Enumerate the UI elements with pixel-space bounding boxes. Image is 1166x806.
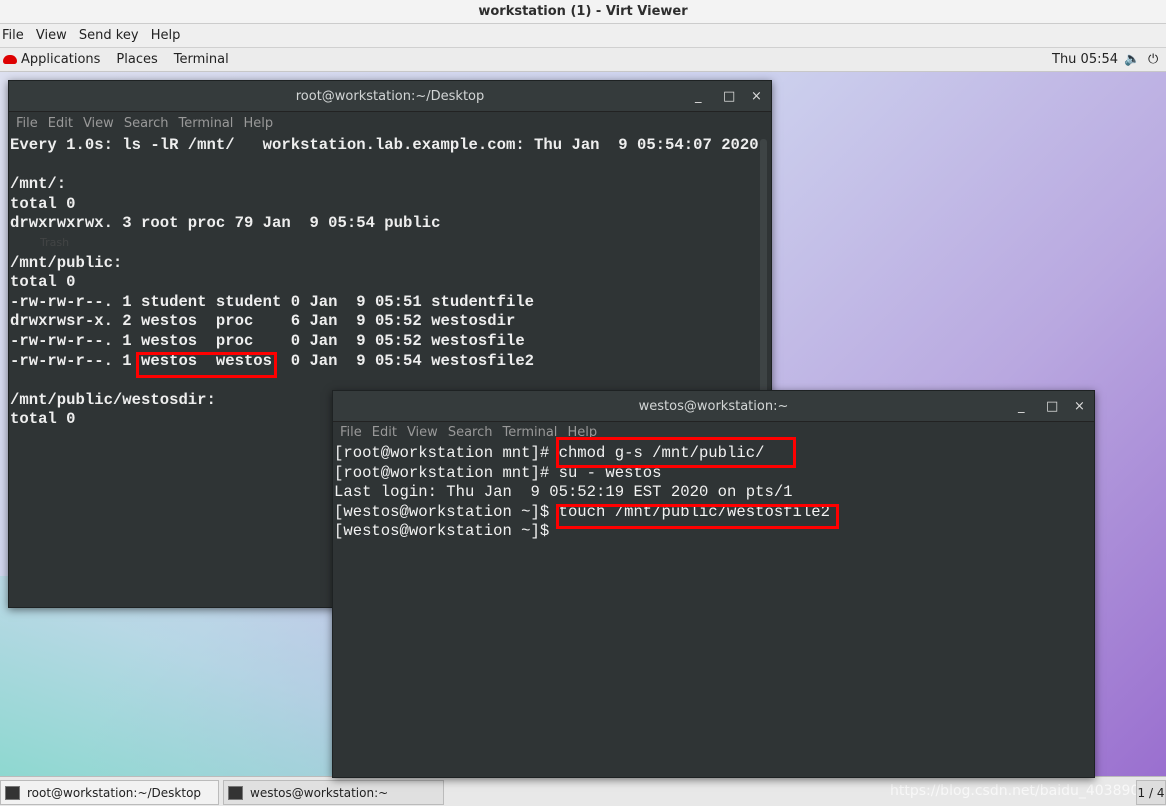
menu-view[interactable]: View [407,425,438,440]
menu-view[interactable]: View [83,116,114,131]
terminal-title: westos@workstation:~ [638,399,789,414]
redhat-logo-icon [3,55,17,64]
menu-file[interactable]: File [2,28,24,43]
applications-menu[interactable]: Applications [21,52,100,67]
terminal-icon [5,786,20,800]
task-westos-terminal[interactable]: westos@workstation:~ [223,780,444,805]
highlight-box-owner-group [136,352,277,378]
menu-file[interactable]: File [340,425,362,440]
terminal-menubar: File Edit View Search Terminal Help [9,112,771,136]
menu-search[interactable]: Search [448,425,493,440]
terminal-line: total 0 [10,194,76,213]
menu-terminal[interactable]: Terminal [502,425,557,440]
menu-edit[interactable]: Edit [48,116,73,131]
terminal-line: Every 1.0s: ls -lR /mnt/ workstation.lab… [10,136,759,154]
highlight-box-touch [556,504,839,529]
clock[interactable]: Thu 05:54 [1052,48,1118,71]
terminal-output[interactable]: Every 1.0s: ls -lR /mnt/ workstation.lab… [9,136,771,430]
trash-label[interactable]: Trash [40,236,69,249]
menu-help[interactable]: Help [151,28,181,43]
task-label: westos@workstation:~ [250,786,389,800]
taskbar: root@workstation:~/Desktop westos@workst… [0,776,1166,806]
terminal-app-menu[interactable]: Terminal [174,52,229,67]
watermark: https://blog.csdn.net/baidu_40389082 [890,783,1158,799]
maximize-button[interactable]: □ [723,81,735,112]
highlight-box-chmod [556,437,796,468]
terminal-titlebar[interactable]: westos@workstation:~ _ □ × [333,391,1094,422]
viewer-menubar: File View Send key Help [0,24,1166,48]
terminal-line: drwxrwsr-x. 2 westos proc 6 Jan 9 05:52 … [10,312,516,331]
gnome-top-bar: Applications Places Terminal Thu 05:54 🔈 ⏻ [0,48,1166,72]
maximize-button[interactable]: □ [1046,391,1058,422]
minimize-button[interactable]: _ [695,81,702,112]
terminal-icon [228,786,243,800]
workspace-pager[interactable]: 1 / 4 [1136,780,1166,805]
terminal-line: -rw-rw-r--. 1 student student 0 Jan 9 05… [10,292,535,311]
menu-terminal[interactable]: Terminal [178,116,233,131]
terminal-line: -rw-rw-r--. 1 westos proc 0 Jan 9 05:52 … [10,331,525,350]
close-button[interactable]: × [1074,391,1085,422]
task-root-terminal[interactable]: root@workstation:~/Desktop [0,780,219,805]
minimize-button[interactable]: _ [1018,391,1025,422]
terminal-line: /mnt/: [10,175,67,194]
power-icon[interactable]: ⏻ [1148,48,1158,71]
terminal-title: root@workstation:~/Desktop [295,89,485,104]
terminal-titlebar[interactable]: root@workstation:~/Desktop _ □ × [9,81,771,112]
menu-view[interactable]: View [36,28,67,43]
terminal-line: /mnt/public: [10,253,123,272]
volume-icon[interactable]: 🔈 [1124,48,1140,71]
terminal-line: total 0 [10,273,76,292]
terminal-line: drwxrwxrwx. 3 root proc 79 Jan 9 05:54 p… [10,214,441,233]
places-menu[interactable]: Places [116,52,157,67]
close-button[interactable]: × [751,81,762,112]
menu-help[interactable]: Help [243,116,273,131]
terminal-line: Last login: Thu Jan 9 05:52:19 EST 2020 … [334,483,793,502]
window-title: workstation (1) - Virt Viewer [0,0,1166,24]
terminal-line: -rw-rw-r--. 1 westos westos 0 Jan 9 05:5… [10,351,535,370]
menu-search[interactable]: Search [124,116,169,131]
menu-file[interactable]: File [16,116,38,131]
menu-edit[interactable]: Edit [372,425,397,440]
task-label: root@workstation:~/Desktop [27,786,202,800]
menu-send-key[interactable]: Send key [79,28,139,43]
